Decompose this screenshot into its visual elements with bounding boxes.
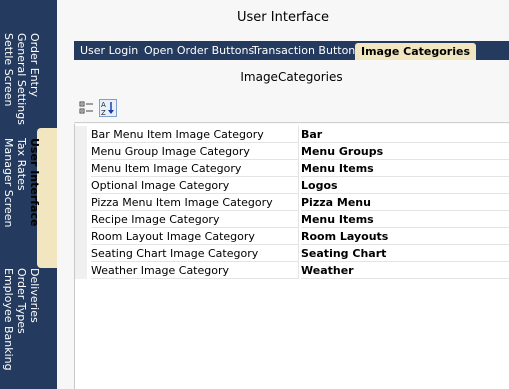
settings-page: User Interface User Login Open Order But… [57, 0, 509, 389]
settings-nav: Order Entry General Settings Settle Scre… [0, 0, 61, 389]
row-gutter [75, 126, 87, 143]
row-gutter [75, 245, 87, 262]
row-gutter [75, 143, 87, 160]
property-value[interactable]: Menu Items [301, 160, 509, 177]
page-title: User Interface [237, 10, 329, 25]
property-value[interactable]: Menu Items [301, 211, 509, 228]
nav-item-deliveries[interactable]: Deliveries [28, 268, 41, 380]
property-value[interactable]: Pizza Menu [301, 194, 509, 211]
row-gutter [75, 194, 87, 211]
sort-alphabetical-icon[interactable]: A Z [99, 99, 117, 117]
property-value[interactable]: Menu Groups [301, 143, 509, 160]
nav-item-order-entry[interactable]: Order Entry [28, 33, 41, 125]
property-row[interactable]: Pizza Menu Item Image Category Pizza Men… [75, 194, 509, 211]
categorized-view-icon[interactable] [78, 99, 96, 117]
property-value[interactable]: Weather [301, 262, 509, 279]
nav-group-2: User Interface Tax Rates Manager Screen [2, 138, 41, 258]
row-gutter [75, 177, 87, 194]
property-row[interactable]: Menu Item Image Category Menu Items [75, 160, 509, 177]
tab-image-categories[interactable]: Image Categories [355, 43, 476, 60]
property-name: Menu Item Image Category [91, 160, 299, 177]
property-toolbar: A Z [74, 96, 509, 123]
property-row[interactable]: Menu Group Image Category Menu Groups [75, 143, 509, 160]
property-row[interactable]: Room Layout Image Category Room Layouts [75, 228, 509, 245]
grid-title: ImageCategories [240, 70, 343, 84]
property-name: Menu Group Image Category [91, 143, 299, 160]
property-value[interactable]: Room Layouts [301, 228, 509, 245]
nav-item-user-interface[interactable]: User Interface [28, 138, 41, 258]
tab-user-login[interactable]: User Login [74, 41, 144, 60]
nav-item-employee-banking[interactable]: Employee Banking [2, 268, 15, 380]
tab-transaction-buttons[interactable]: Transaction Buttons [246, 41, 367, 60]
property-row[interactable]: Optional Image Category Logos [75, 177, 509, 194]
property-name: Pizza Menu Item Image Category [91, 194, 299, 211]
property-name: Bar Menu Item Image Category [91, 126, 299, 143]
property-name: Recipe Image Category [91, 211, 299, 228]
property-row[interactable]: Recipe Image Category Menu Items [75, 211, 509, 228]
svg-text:A: A [101, 101, 106, 109]
nav-item-manager-screen[interactable]: Manager Screen [2, 138, 15, 258]
nav-item-general-settings[interactable]: General Settings [15, 33, 28, 125]
property-name: Room Layout Image Category [91, 228, 299, 245]
row-gutter [75, 211, 87, 228]
row-gutter [75, 228, 87, 245]
property-row[interactable]: Seating Chart Image Category Seating Cha… [75, 245, 509, 262]
tab-open-order-buttons[interactable]: Open Order Buttons [138, 41, 260, 60]
property-name: Seating Chart Image Category [91, 245, 299, 262]
nav-group-3: Deliveries Order Types Employee Banking [2, 268, 41, 380]
property-value[interactable]: Seating Chart [301, 245, 509, 262]
property-row[interactable]: Bar Menu Item Image Category Bar [75, 126, 509, 143]
property-value[interactable]: Logos [301, 177, 509, 194]
nav-group-1: Order Entry General Settings Settle Scre… [2, 33, 41, 125]
property-grid: Bar Menu Item Image Category Bar Menu Gr… [74, 124, 509, 389]
property-value[interactable]: Bar [301, 126, 509, 143]
section-tabbar: User Login Open Order Buttons Transactio… [74, 41, 509, 60]
svg-text:Z: Z [101, 109, 106, 116]
nav-item-tax-rates[interactable]: Tax Rates [15, 138, 28, 258]
nav-item-settle-screen[interactable]: Settle Screen [2, 33, 15, 125]
property-name: Optional Image Category [91, 177, 299, 194]
row-gutter [75, 160, 87, 177]
property-row[interactable]: Weather Image Category Weather [75, 262, 509, 279]
nav-item-order-types[interactable]: Order Types [15, 268, 28, 380]
row-gutter [75, 262, 87, 279]
property-name: Weather Image Category [91, 262, 299, 279]
